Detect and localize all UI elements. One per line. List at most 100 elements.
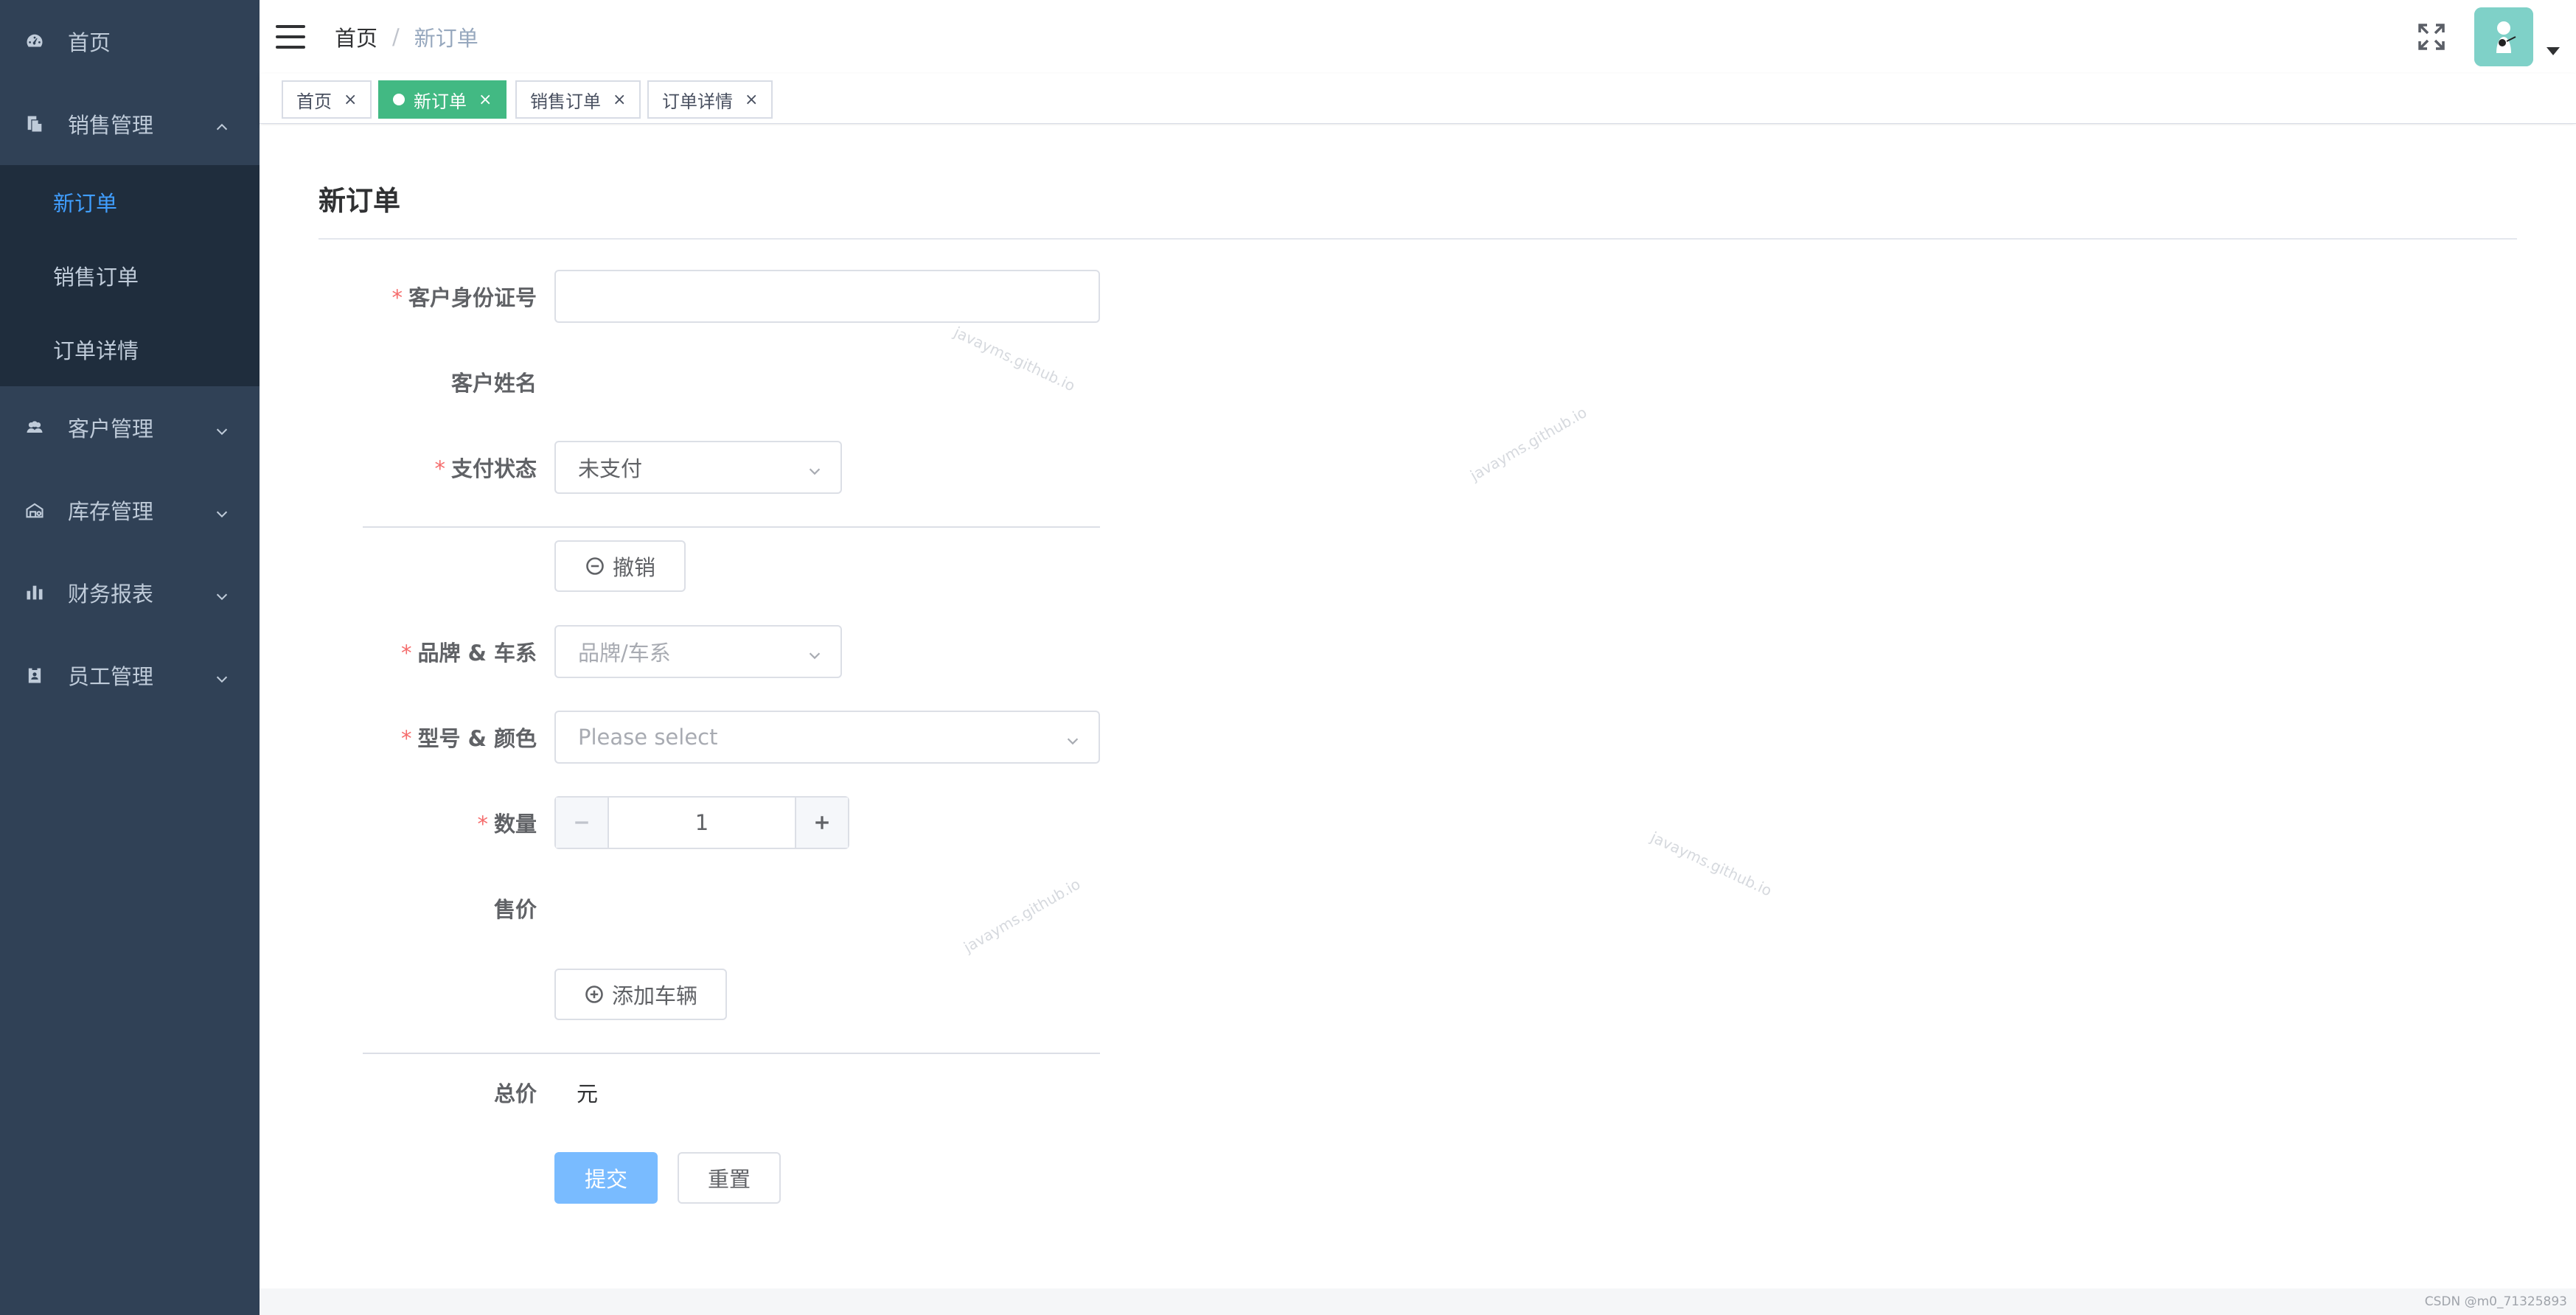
sidebar-subitem-new-order[interactable]: 新订单 <box>0 165 260 239</box>
caret-down-icon[interactable] <box>2547 47 2560 55</box>
reset-button[interactable]: 重置 <box>678 1152 781 1204</box>
quantity-value[interactable]: 1 <box>609 798 795 848</box>
close-icon[interactable]: × <box>478 91 492 109</box>
sidebar-item-label: 财务报表 <box>68 582 154 607</box>
chevron-up-icon <box>214 116 230 132</box>
select-placeholder: Please select <box>578 725 718 750</box>
chart-icon <box>24 582 46 604</box>
form-row-payment-status: * 支付状态 未支付 <box>260 441 1144 494</box>
tag-new-order[interactable]: 新订单 × <box>378 80 507 119</box>
close-icon[interactable]: × <box>344 91 357 109</box>
required-mark: * <box>401 726 412 751</box>
sidebar-item-sales[interactable]: 销售管理 <box>0 83 260 165</box>
documents-icon <box>24 113 46 135</box>
label-text: 客户身份证号 <box>408 285 537 310</box>
chevron-down-icon <box>214 419 230 436</box>
brand-series-label: * 品牌 & 车系 <box>260 636 537 667</box>
select-value: 未支付 <box>578 456 643 481</box>
form-row-model-color: * 型号 & 颜色 Please select <box>260 711 1144 764</box>
fullscreen-icon[interactable] <box>2417 22 2446 52</box>
sidebar: 首页 销售管理 新订单 销售订单 订单详情 客户管理 库存管理 财务报表 员工管… <box>0 0 260 1315</box>
plus-circle-icon <box>584 984 605 1005</box>
avatar[interactable] <box>2474 7 2533 66</box>
sidebar-item-label: 首页 <box>68 30 111 55</box>
form-row-customer-name: 客户姓名 <box>260 355 1144 408</box>
watermark: javayms.github.io <box>1648 828 1775 900</box>
required-mark: * <box>434 456 445 481</box>
label-text: 支付状态 <box>450 456 537 481</box>
button-label: 撤销 <box>612 555 655 580</box>
label-text: 型号 & 颜色 <box>417 726 537 751</box>
badge-icon <box>24 664 46 686</box>
tag-label: 销售订单 <box>530 91 601 112</box>
tag-order-details[interactable]: 订单详情 × <box>647 80 773 119</box>
tag-label: 新订单 <box>414 91 467 112</box>
sales-submenu: 新订单 销售订单 订单详情 <box>0 165 260 386</box>
tag-label: 订单详情 <box>662 91 733 112</box>
bottom-strip <box>260 1288 2576 1315</box>
total-value: 元 <box>577 1081 599 1106</box>
cancel-vehicle-button[interactable]: 撤销 <box>554 540 686 592</box>
payment-status-select[interactable]: 未支付 <box>554 441 842 494</box>
sidebar-item-staff[interactable]: 员工管理 <box>0 634 260 716</box>
sidebar-item-label: 销售管理 <box>68 113 154 138</box>
total-divider <box>363 1053 1100 1054</box>
sidebar-item-label: 员工管理 <box>68 664 154 689</box>
chevron-down-icon <box>214 667 230 683</box>
submit-button[interactable]: 提交 <box>554 1152 658 1204</box>
dashboard-icon <box>24 30 46 52</box>
required-mark: * <box>391 285 403 310</box>
breadcrumb-current: 新订单 <box>414 26 478 51</box>
form-row-brand-series: * 品牌 & 车系 品牌/车系 <box>260 625 1144 678</box>
tag-home[interactable]: 首页 × <box>282 80 372 119</box>
form-row-price: 售价 <box>260 882 1144 935</box>
required-mark: * <box>401 641 412 666</box>
chevron-down-icon <box>214 502 230 518</box>
tag-sales-orders[interactable]: 销售订单 × <box>515 80 641 119</box>
sidebar-item-finance[interactable]: 财务报表 <box>0 551 260 634</box>
footer-credit: CSDN @m0_71325893 <box>2424 1294 2567 1309</box>
chevron-down-icon <box>1065 729 1081 745</box>
sidebar-subitem-sales-orders[interactable]: 销售订单 <box>0 239 260 313</box>
watermark: javayms.github.io <box>1466 403 1590 484</box>
brand-series-select[interactable]: 品牌/车系 <box>554 625 842 678</box>
sidebar-item-label: 库存管理 <box>68 499 154 524</box>
navbar: 首页 / 新订单 <box>260 0 2576 74</box>
label-text: 品牌 & 车系 <box>417 641 537 666</box>
sidebar-item-inventory[interactable]: 库存管理 <box>0 469 260 551</box>
add-vehicle-button[interactable]: 添加车辆 <box>554 969 727 1020</box>
tag-label: 首页 <box>296 91 332 112</box>
sidebar-item-customers[interactable]: 客户管理 <box>0 386 260 469</box>
hamburger-icon[interactable] <box>276 25 305 49</box>
model-color-select[interactable]: Please select <box>554 711 1100 764</box>
sidebar-subitem-order-details[interactable]: 订单详情 <box>0 313 260 386</box>
chevron-down-icon <box>214 585 230 601</box>
chevron-down-icon <box>807 459 823 475</box>
main-content: 新订单 javayms.github.io javayms.github.io … <box>260 125 2576 1315</box>
breadcrumb-home[interactable]: 首页 <box>335 21 377 52</box>
id-number-input[interactable] <box>554 270 1100 323</box>
select-placeholder: 品牌/车系 <box>578 641 671 666</box>
chevron-down-icon <box>807 643 823 660</box>
sidebar-item-label: 客户管理 <box>68 416 154 442</box>
increase-button[interactable] <box>795 798 848 848</box>
decrease-button[interactable] <box>556 798 609 848</box>
form-row-id-number: * 客户身份证号 <box>260 270 1144 323</box>
title-divider <box>318 238 2517 240</box>
tags-view: 首页 × 新订单 × 销售订单 × 订单详情 × <box>260 74 2576 124</box>
breadcrumb-separator: / <box>392 24 400 49</box>
model-color-label: * 型号 & 颜色 <box>260 722 537 753</box>
active-dot-icon <box>393 94 405 105</box>
close-icon[interactable]: × <box>745 91 758 109</box>
label-text: 数量 <box>493 812 537 837</box>
quantity-stepper[interactable]: 1 <box>554 796 849 849</box>
customer-name-label: 客户姓名 <box>450 371 537 396</box>
total-label: 总价 <box>493 1081 537 1106</box>
quantity-label: * 数量 <box>260 807 537 838</box>
close-icon[interactable]: × <box>613 91 626 109</box>
sidebar-item-home[interactable]: 首页 <box>0 0 260 83</box>
vehicle-divider <box>363 526 1100 528</box>
required-mark: * <box>477 812 488 837</box>
form-row-total: 总价 元 <box>260 1066 1144 1119</box>
users-icon <box>24 416 46 439</box>
